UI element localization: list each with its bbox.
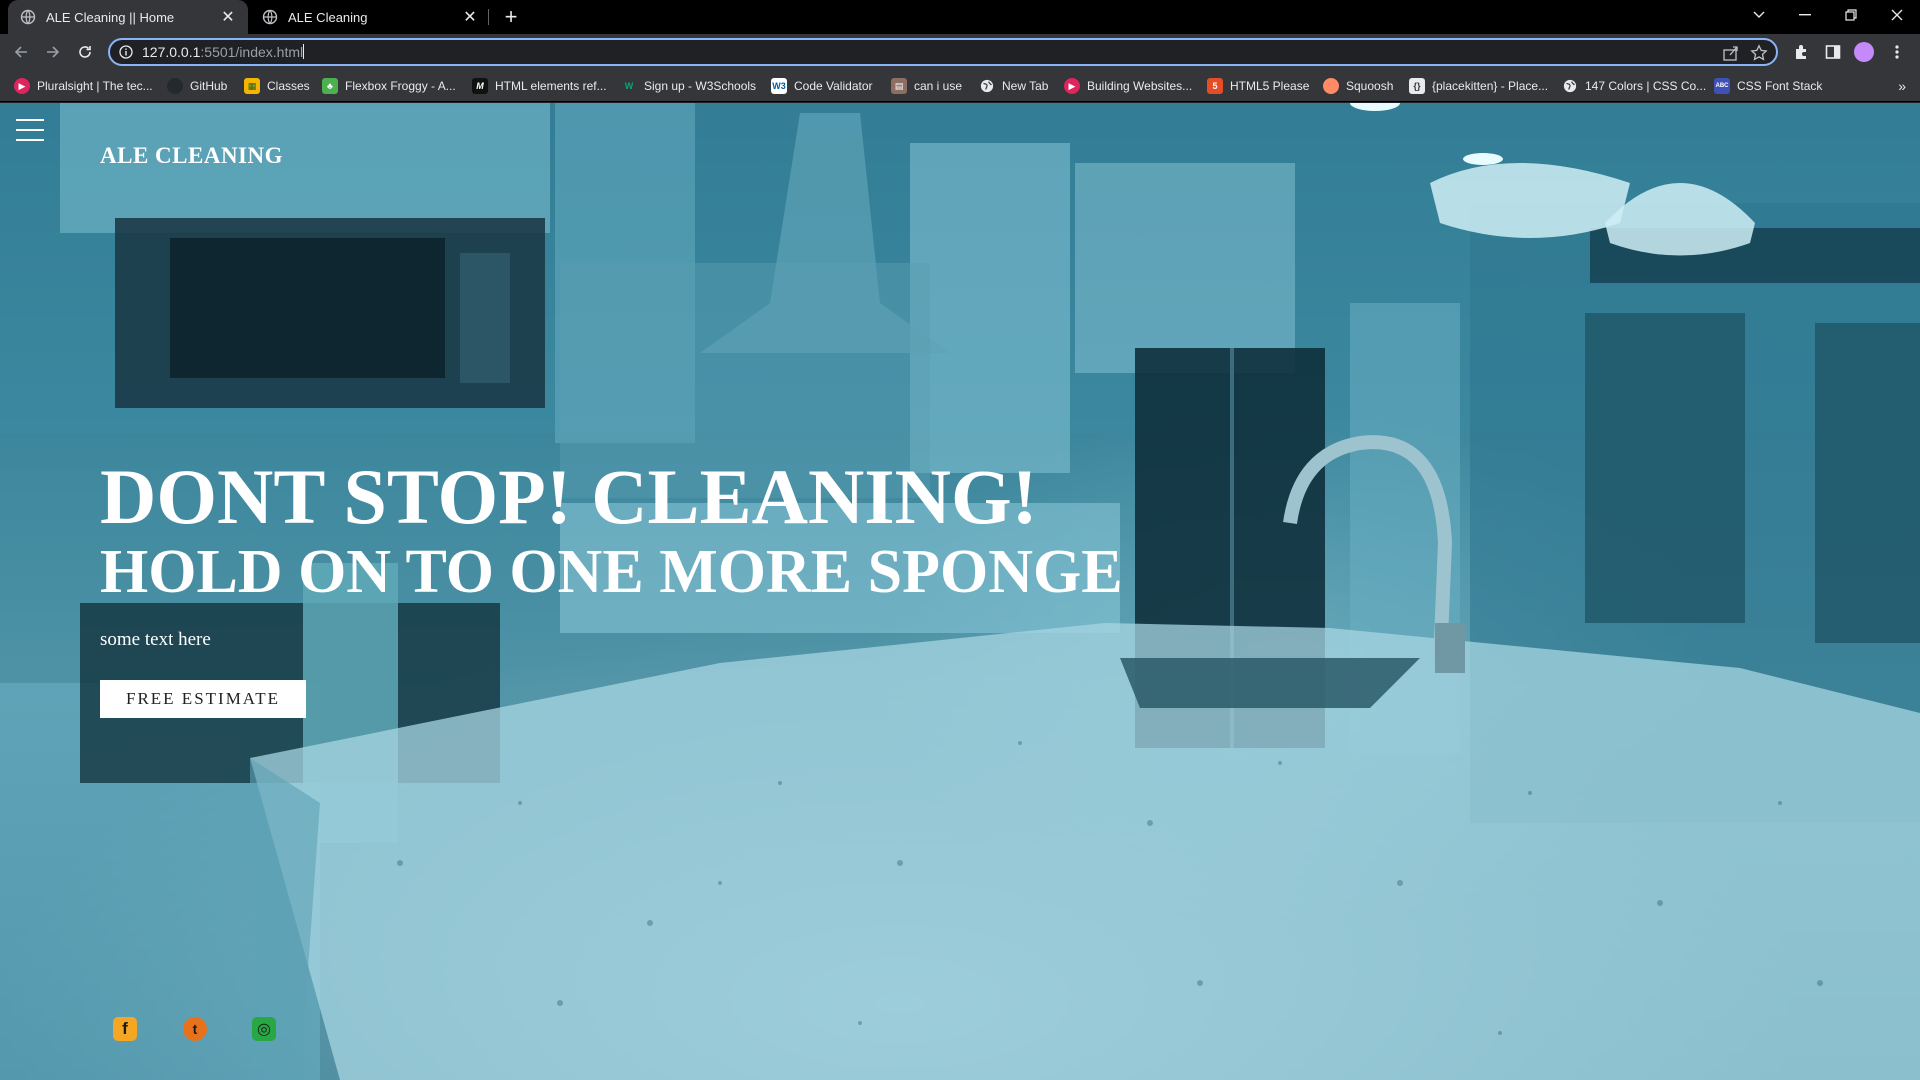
url-host: 127.0.0.1 <box>142 44 201 60</box>
close-tab-icon[interactable]: ✕ <box>462 9 478 26</box>
bookmark-item[interactable]: ABC CSS Font Stack <box>1714 70 1822 102</box>
bookmark-item[interactable]: 5 HTML5 Please <box>1207 70 1309 102</box>
w3c-icon: W3 <box>771 78 787 94</box>
pluralsight-icon: ▶ <box>14 78 30 94</box>
minimize-icon[interactable] <box>1782 0 1828 30</box>
hamburger-menu-icon[interactable] <box>16 119 44 141</box>
url-text[interactable]: 127.0.0.1:5501/index.html <box>142 44 305 60</box>
bookmark-label: Sign up - W3Schools <box>644 79 757 93</box>
globe-icon <box>979 78 995 94</box>
html5-icon: 5 <box>1207 78 1223 94</box>
url-path: :5501/index.html <box>200 44 304 60</box>
bookmark-label: Squoosh <box>1346 79 1394 93</box>
bookmark-item[interactable]: W Sign up - W3Schools <box>621 70 756 102</box>
bookmark-star-icon[interactable] <box>1750 44 1768 62</box>
github-icon <box>167 78 183 94</box>
facebook-icon[interactable]: f <box>113 1017 137 1041</box>
w3schools-icon: W <box>624 81 634 91</box>
instagram-icon[interactable]: ◎ <box>252 1017 276 1041</box>
bookmark-item[interactable]: ▶ Pluralsight | The tec... <box>14 70 153 102</box>
site-logo[interactable]: ALE CLEANING <box>100 143 283 169</box>
tab-ale-cleaning[interactable]: ALE Cleaning ✕ <box>250 0 490 34</box>
info-icon[interactable] <box>118 44 134 60</box>
bookmark-item[interactable]: {} {placekitten} - Place... <box>1409 70 1548 102</box>
tab-strip: ALE Cleaning || Home ✕ ALE Cleaning ✕ + <box>0 0 1920 34</box>
extensions-icon[interactable] <box>1788 39 1814 65</box>
twitter-icon[interactable]: t <box>183 1017 207 1041</box>
bookmark-label: New Tab <box>1002 79 1049 93</box>
bookmark-label: Classes <box>267 79 310 93</box>
tab-search-icon[interactable] <box>1736 0 1782 30</box>
frog-icon: ♣ <box>322 78 338 94</box>
bookmark-label: 147 Colors | CSS Co... <box>1585 79 1707 93</box>
bookmark-item[interactable]: W3 Code Validator <box>771 70 873 102</box>
squoosh-icon <box>1323 78 1339 94</box>
side-panel-icon[interactable] <box>1820 39 1846 65</box>
bookmark-label: HTML elements ref... <box>495 79 607 93</box>
bookmark-item[interactable]: GitHub <box>167 70 227 102</box>
tab-home[interactable]: ALE Cleaning || Home ✕ <box>8 0 248 34</box>
bookmark-item[interactable]: M HTML elements ref... <box>472 70 607 102</box>
new-tab-button[interactable]: + <box>498 4 524 30</box>
bookmark-label: Flexbox Froggy - A... <box>345 79 456 93</box>
hero-headline: DONT STOP! CLEANING! <box>100 453 1038 540</box>
globe-icon <box>1562 78 1578 94</box>
tab-title: ALE Cleaning <box>288 9 368 25</box>
bookmark-item[interactable]: ▦ Classes <box>244 70 310 102</box>
address-bar[interactable]: 127.0.0.1:5501/index.html <box>108 38 1778 66</box>
browser-toolbar: 127.0.0.1:5501/index.html <box>0 34 1920 70</box>
share-icon[interactable] <box>1722 44 1740 62</box>
hero-subheadline: HOLD ON TO ONE MORE SPONGE <box>100 538 1123 606</box>
free-estimate-button[interactable]: FREE ESTIMATE <box>100 680 306 718</box>
profile-avatar[interactable] <box>1854 42 1874 62</box>
bookmark-label: HTML5 Please <box>1230 79 1310 93</box>
more-menu-icon[interactable] <box>1884 39 1910 65</box>
cssfontstack-icon: ABC <box>1714 78 1730 94</box>
bookmark-item[interactable]: ♣ Flexbox Froggy - A... <box>322 70 456 102</box>
bookmark-item[interactable]: 147 Colors | CSS Co... <box>1562 70 1706 102</box>
bookmark-label: {placekitten} - Place... <box>1432 79 1549 93</box>
back-arrow-icon[interactable] <box>8 39 34 65</box>
placekitten-icon: {} <box>1409 78 1425 94</box>
bookmark-item[interactable]: ▤ can i use <box>891 70 962 102</box>
bookmarks-bar: ▶ Pluralsight | The tec... GitHub ▦ Classe… <box>0 70 1920 102</box>
bookmark-item[interactable]: Squoosh <box>1323 70 1393 102</box>
hero-text: some text here <box>100 629 211 650</box>
bookmark-label: can i use <box>914 79 963 93</box>
globe-icon <box>262 9 278 25</box>
close-window-icon[interactable] <box>1874 0 1920 30</box>
forward-arrow-icon[interactable] <box>40 39 66 65</box>
close-tab-icon[interactable]: ✕ <box>220 9 236 26</box>
bookmark-label: Pluralsight | The tec... <box>37 79 153 93</box>
bookmark-label: Building Websites... <box>1087 79 1193 93</box>
bookmarks-overflow-icon[interactable]: » <box>1898 78 1906 94</box>
globe-icon <box>20 9 36 25</box>
classroom-icon: ▦ <box>244 78 260 94</box>
bookmark-label: GitHub <box>190 79 228 93</box>
caniuse-icon: ▤ <box>891 78 907 94</box>
bookmark-label: CSS Font Stack <box>1737 79 1823 93</box>
tab-title: ALE Cleaning || Home <box>46 9 175 25</box>
tab-divider <box>488 9 489 25</box>
bookmark-item[interactable]: New Tab <box>979 70 1048 102</box>
restore-icon[interactable] <box>1828 0 1874 30</box>
bookmark-label: Code Validator <box>794 79 873 93</box>
bookmark-item[interactable]: ▶ Building Websites... <box>1064 70 1192 102</box>
reload-icon[interactable] <box>72 39 98 65</box>
pluralsight-icon: ▶ <box>1064 78 1080 94</box>
hero-section: ALE CLEANING DONT STOP! CLEANING! HOLD O… <box>0 103 1920 1080</box>
mdn-icon: M <box>472 78 488 94</box>
